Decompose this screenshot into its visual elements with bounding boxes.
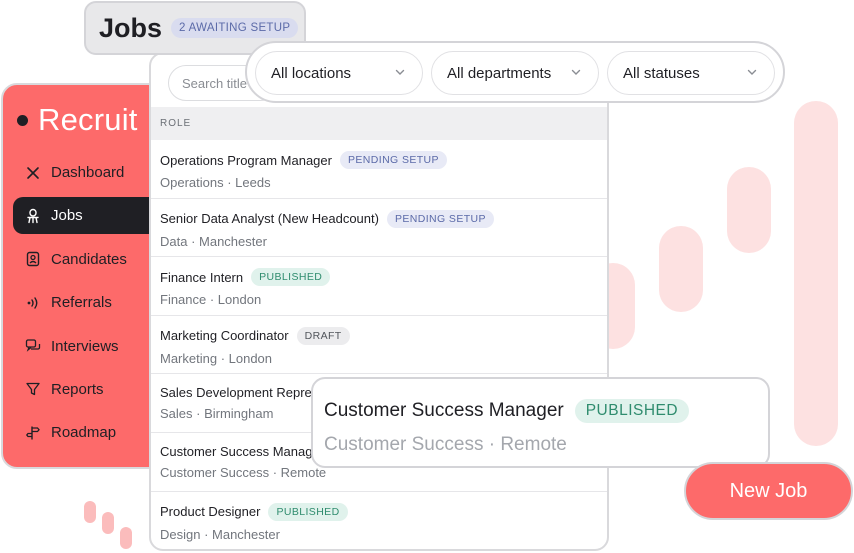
detail-job-meta: Customer Success · Remote xyxy=(324,434,567,455)
sidebar-item-jobs[interactable]: Jobs xyxy=(13,197,169,235)
table-row[interactable]: Finance Intern PUBLISHED Finance · Londo… xyxy=(151,257,607,316)
jobs-list: Operations Program Manager PENDING SETUP… xyxy=(151,140,607,549)
location-filter-select[interactable]: All locations xyxy=(255,51,423,95)
table-row[interactable]: Operations Program Manager PENDING SETUP… xyxy=(151,140,607,199)
job-meta: Marketing · London xyxy=(160,350,273,366)
job-title: Customer Success Manag xyxy=(160,443,313,459)
sidebar: Recruit Dashboard Jobs Candidates Referr… xyxy=(1,83,171,469)
location-filter-value: All locations xyxy=(271,64,352,82)
sidebar-item-dashboard[interactable]: Dashboard xyxy=(13,154,169,191)
job-title: Marketing Coordinator xyxy=(160,328,289,344)
job-meta: Finance · London xyxy=(160,292,262,308)
department-filter-value: All departments xyxy=(447,64,552,82)
status-badge: DRAFT xyxy=(296,326,350,345)
decorative-pill xyxy=(659,226,703,312)
sidebar-item-label: Referrals xyxy=(51,294,112,312)
decorative-dot xyxy=(84,501,96,523)
sidebar-item-label: Dashboard xyxy=(51,164,125,181)
table-row[interactable]: Senior Data Analyst (New Headcount) PEND… xyxy=(151,199,607,258)
sidebar-item-label: Roadmap xyxy=(51,424,117,442)
jobs-table-card: Search title ROLE Operations Program Man… xyxy=(149,52,609,551)
sidebar-item-candidates[interactable]: Candidates xyxy=(13,241,169,278)
table-row[interactable]: Marketing Coordinator DRAFT Marketing · … xyxy=(151,316,607,375)
close-x-icon xyxy=(25,165,41,181)
detail-status-badge: PUBLISHED xyxy=(574,399,690,423)
brand[interactable]: Recruit xyxy=(17,102,138,138)
funnel-icon xyxy=(25,381,41,397)
filter-bar: All locations All departments All status… xyxy=(245,41,785,103)
status-badge: PUBLISHED xyxy=(251,268,331,287)
sidebar-item-label: Interviews xyxy=(51,337,119,355)
table-header: ROLE xyxy=(151,107,607,140)
chevron-down-icon xyxy=(395,69,405,75)
sidebar-item-label: Candidates xyxy=(51,250,127,268)
signpost-icon xyxy=(25,425,41,441)
sidebar-item-interviews[interactable]: Interviews xyxy=(13,328,169,365)
job-meta: Design · Manchester xyxy=(160,526,280,542)
broadcast-icon xyxy=(25,295,41,311)
brand-dot-icon xyxy=(17,114,28,126)
page-title: Jobs xyxy=(99,12,163,43)
sidebar-item-label: Reports xyxy=(51,380,104,398)
status-badge: PENDING SETUP xyxy=(339,151,447,169)
new-job-button[interactable]: New Job xyxy=(684,462,853,520)
decorative-dot xyxy=(120,527,132,549)
status-filter-value: All statuses xyxy=(623,64,700,82)
status-badge: PENDING SETUP xyxy=(386,209,494,228)
sidebar-item-reports[interactable]: Reports xyxy=(13,371,169,408)
sidebar-item-roadmap[interactable]: Roadmap xyxy=(13,414,169,451)
table-row[interactable]: Product Designer PUBLISHED Design · Manc… xyxy=(151,492,607,549)
department-filter-select[interactable]: All departments xyxy=(431,51,599,95)
new-job-label: New Job xyxy=(729,479,808,502)
brand-name: Recruit xyxy=(38,102,138,137)
job-meta: Data · Manchester xyxy=(160,233,267,249)
job-meta: Operations · Leeds xyxy=(160,175,271,190)
search-placeholder: Search title xyxy=(182,75,248,91)
job-title: Product Designer xyxy=(160,504,261,520)
job-title: Senior Data Analyst (New Headcount) xyxy=(160,211,379,227)
chevron-down-icon xyxy=(747,69,757,75)
job-title: Operations Program Manager xyxy=(160,152,332,168)
decorative-pill xyxy=(727,167,771,253)
id-badge-icon xyxy=(25,251,41,267)
chat-bubbles-icon xyxy=(25,338,41,354)
sidebar-item-referrals[interactable]: Referrals xyxy=(13,284,169,321)
column-header-role: ROLE xyxy=(160,118,192,129)
job-detail-card[interactable]: Customer Success Manager PUBLISHED Custo… xyxy=(311,377,770,468)
sidebar-nav: Dashboard Jobs Candidates Referrals Inte… xyxy=(13,154,169,458)
status-badge: PUBLISHED xyxy=(268,502,348,521)
decorative-pill xyxy=(794,101,838,446)
sidebar-item-label: Jobs xyxy=(51,207,83,225)
detail-job-title: Customer Success Manager xyxy=(324,400,564,421)
chair-icon xyxy=(25,208,41,224)
status-filter-select[interactable]: All statuses xyxy=(607,51,775,95)
chevron-down-icon xyxy=(571,69,581,75)
job-title: Finance Intern xyxy=(160,269,244,285)
job-title: Sales Development Repre xyxy=(160,385,312,401)
decorative-dot xyxy=(102,512,114,534)
awaiting-setup-badge: 2 AWAITING SETUP xyxy=(171,18,299,38)
